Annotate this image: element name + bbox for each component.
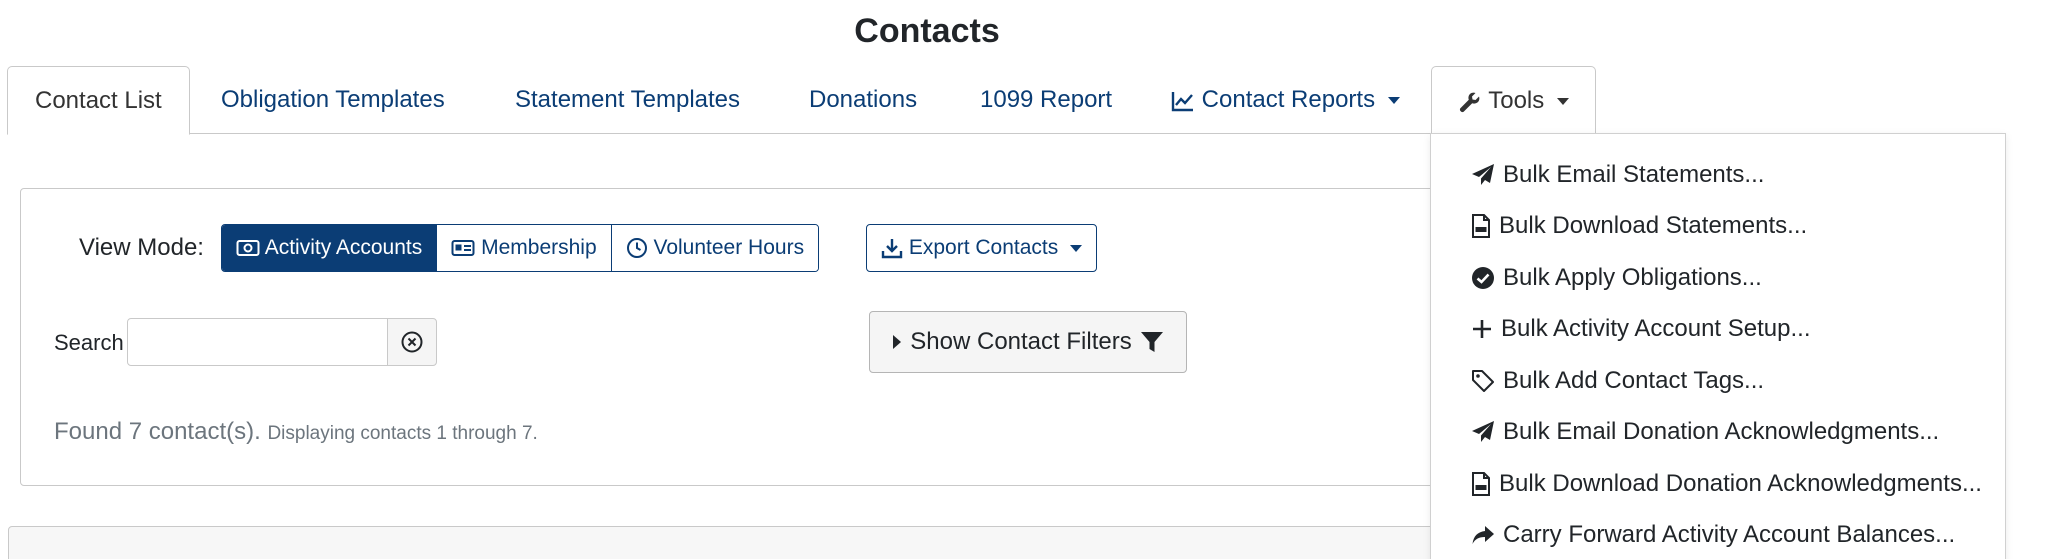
check-circle-icon	[1472, 267, 1494, 289]
menu-item-bulk-activity-account-setup[interactable]: Bulk Activity Account Setup...	[1471, 309, 1811, 349]
option-label: Activity Accounts	[264, 236, 423, 259]
tab-tools[interactable]: Tools	[1431, 66, 1596, 135]
caret-down-icon	[1387, 97, 1400, 105]
menu-item-label: Bulk Apply Obligations...	[1503, 264, 1762, 291]
tab-contact-list[interactable]: Contact List	[7, 66, 190, 135]
menu-item-bulk-apply-obligations[interactable]: Bulk Apply Obligations...	[1471, 258, 1762, 298]
tab-label: Obligation Templates	[221, 86, 445, 113]
caret-down-icon	[1070, 244, 1083, 252]
menu-item-label: Bulk Email Donation Acknowledgments...	[1503, 418, 1940, 445]
search-input[interactable]	[127, 318, 389, 366]
tab-label: Contact Reports	[1201, 86, 1376, 113]
money-icon	[236, 240, 260, 257]
menu-item-label: Bulk Download Statements...	[1499, 212, 1808, 239]
menu-item-bulk-download-donation-acknowledgments[interactable]: Bulk Download Donation Acknowledgments..…	[1471, 464, 1982, 504]
tab-statement-templates[interactable]: Statement Templates	[515, 66, 740, 134]
clock-icon	[626, 238, 647, 259]
export-contacts-button[interactable]: Export Contacts	[866, 224, 1098, 272]
id-card-icon	[451, 240, 475, 257]
menu-item-label: Carry Forward Activity Account Balances.…	[1503, 521, 1956, 548]
tab-donations[interactable]: Donations	[809, 66, 917, 134]
option-label: Volunteer Hours	[653, 236, 805, 259]
share-arrow-icon	[1472, 526, 1494, 544]
menu-item-carry-forward-balances[interactable]: Carry Forward Activity Account Balances.…	[1471, 515, 1955, 555]
search-clear-button[interactable]	[387, 318, 437, 366]
menu-item-label: Bulk Add Contact Tags...	[1503, 367, 1765, 394]
tab-label: Donations	[809, 86, 918, 113]
download-icon	[881, 239, 903, 259]
tab-bar: Contact List Obligation Templates Statem…	[7, 66, 1847, 135]
caret-right-icon	[893, 335, 902, 349]
tag-icon	[1472, 370, 1494, 392]
menu-item-label: Bulk Download Donation Acknowledgments..…	[1499, 470, 1982, 497]
view-mode-activity-accounts-button[interactable]: Activity Accounts	[222, 225, 438, 271]
view-mode-membership-button[interactable]: Membership	[437, 225, 612, 271]
search-label: Search	[54, 330, 124, 355]
pdf-file-icon	[1472, 472, 1490, 496]
tab-label: Statement Templates	[515, 86, 741, 113]
clear-circle-icon	[401, 331, 423, 353]
filter-icon	[1140, 332, 1163, 352]
page-title: Contacts	[854, 12, 1000, 50]
plus-icon	[1473, 320, 1491, 338]
menu-item-bulk-email-donation-acknowledgments[interactable]: Bulk Email Donation Acknowledgments...	[1471, 412, 1939, 452]
pdf-file-icon	[1472, 214, 1490, 238]
found-count: Found 7 contact(s).	[54, 418, 261, 445]
paper-plane-icon	[1472, 164, 1494, 185]
filters-label: Show Contact Filters	[910, 328, 1132, 355]
results-summary: Found 7 contact(s). Displaying contacts …	[54, 418, 538, 446]
export-label: Export Contacts	[908, 236, 1059, 259]
wrench-icon	[1459, 92, 1480, 112]
displaying-range: Displaying contacts 1 through 7.	[267, 423, 538, 444]
view-mode-label: View Mode:	[79, 234, 204, 261]
menu-item-label: Bulk Email Statements...	[1503, 161, 1765, 188]
contact-table-panel	[8, 526, 1460, 559]
view-mode-toggle: Activity Accounts Membership Volunteer H…	[221, 224, 820, 272]
paper-plane-icon	[1472, 421, 1494, 442]
menu-item-bulk-download-statements[interactable]: Bulk Download Statements...	[1471, 206, 1807, 246]
tools-dropdown-menu: Bulk Email Statements... Bulk Download S…	[1430, 133, 2006, 559]
tab-label: Tools	[1488, 87, 1545, 114]
option-label: Membership	[481, 236, 597, 259]
tab-contact-reports[interactable]: Contact Reports	[1171, 66, 1400, 134]
caret-down-icon	[1556, 98, 1569, 106]
tab-label: Contact List	[35, 87, 162, 114]
menu-item-bulk-add-contact-tags[interactable]: Bulk Add Contact Tags...	[1471, 361, 1764, 401]
view-mode-volunteer-hours-button[interactable]: Volunteer Hours	[611, 225, 819, 271]
tab-label: 1099 Report	[980, 86, 1113, 113]
line-chart-icon	[1171, 91, 1193, 111]
menu-item-bulk-email-statements[interactable]: Bulk Email Statements...	[1471, 155, 1764, 195]
tab-1099-report[interactable]: 1099 Report	[980, 66, 1112, 134]
show-contact-filters-button[interactable]: Show Contact Filters	[869, 311, 1187, 373]
tab-obligation-templates[interactable]: Obligation Templates	[221, 66, 445, 134]
menu-item-label: Bulk Activity Account Setup...	[1501, 315, 1811, 342]
